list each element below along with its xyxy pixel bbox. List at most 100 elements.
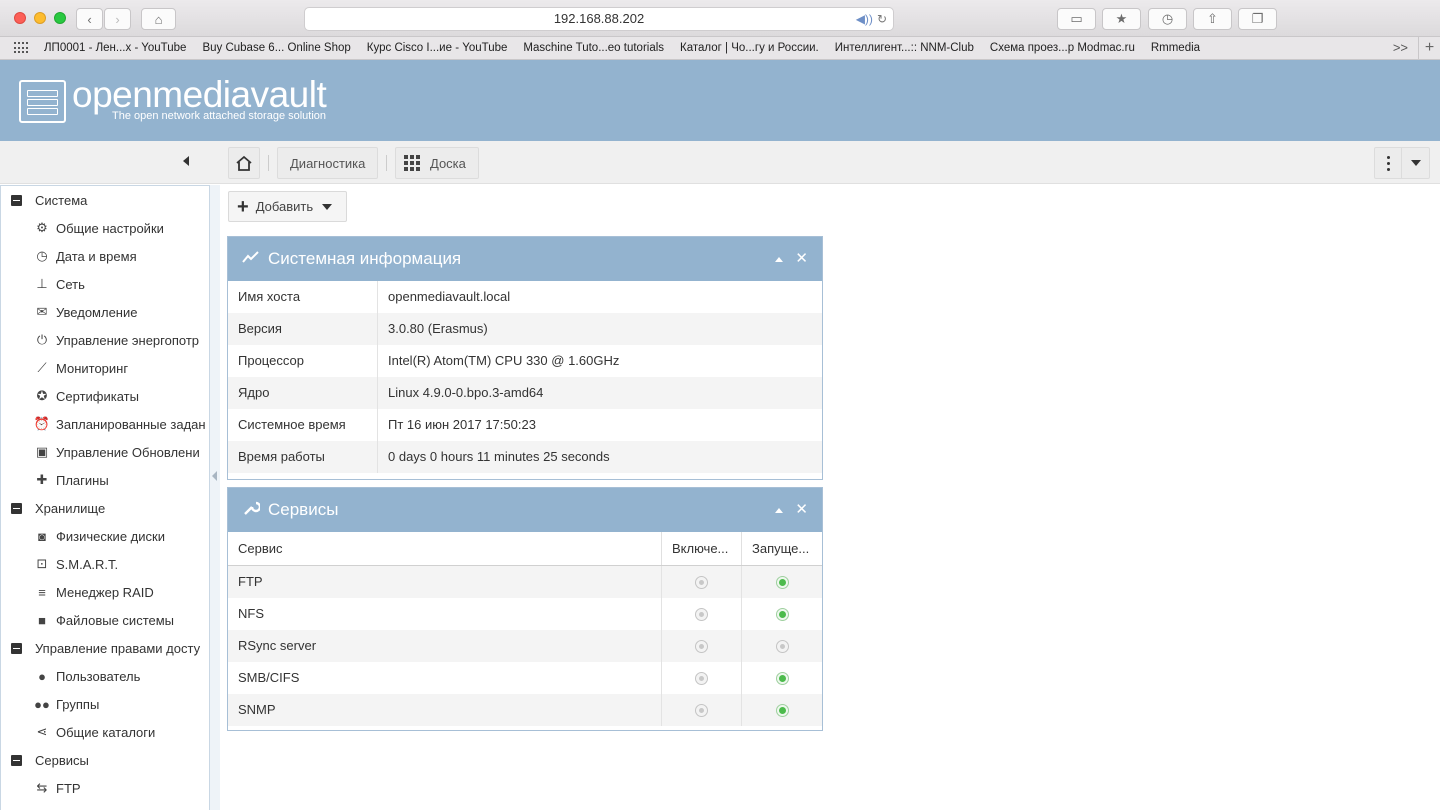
nav-item-notification[interactable]: ✉ Уведомление [1, 298, 209, 326]
sidebar-splitter[interactable] [210, 185, 220, 810]
nav-group-system[interactable]: Система [1, 186, 209, 214]
nav-item-filesystems[interactable]: ■ Файловые системы [1, 606, 209, 634]
back-button[interactable]: ‹ [76, 8, 103, 30]
nav-item-plugins[interactable]: ✚ Плагины [1, 466, 209, 494]
running-cell [742, 694, 822, 726]
nav-item-network[interactable]: ⊥ Сеть [1, 270, 209, 298]
table-row: Системное время Пт 16 июн 2017 17:50:23 [228, 409, 822, 441]
package-icon: ▣ [35, 444, 49, 459]
nav-group-access-rights[interactable]: Управление правами досту [1, 634, 209, 662]
power-icon: ⏻ [36, 332, 48, 347]
nav-item-certificates[interactable]: ✪ Сертификаты [1, 382, 209, 410]
nav-item-raid[interactable]: ≡ Менеджер RAID [1, 578, 209, 606]
bookmark-link[interactable]: Интеллигент...:: NNM-Club [835, 42, 974, 54]
nav-item-date-time[interactable]: ◷ Дата и время [1, 242, 209, 270]
breadcrumb-dashboard[interactable]: Доска [395, 147, 479, 179]
collapse-icon[interactable] [11, 642, 22, 654]
close-widget-icon[interactable]: ✕ [795, 251, 808, 266]
table-row: Ядро Linux 4.9.0-0.bpo.3-amd64 [228, 377, 822, 409]
nav-item-general-settings[interactable]: ⚙ Общие настройки [1, 214, 209, 242]
column-header-enabled[interactable]: Включе... [662, 532, 742, 565]
bookmark-link[interactable]: Каталог | Чо...гу и России. [680, 42, 819, 54]
nav-item-groups[interactable]: ●● Группы [1, 690, 209, 718]
add-widget-button[interactable]: + Добавить [228, 191, 347, 222]
breadcrumb-separator [268, 155, 269, 171]
service-name: NFS [228, 598, 662, 630]
running-cell [742, 662, 822, 694]
nav-item-power[interactable]: ⏻ Управление энергопотр [1, 326, 209, 354]
address-bar[interactable]: 192.168.88.202 ◀)) ↻ [304, 7, 894, 31]
nav-item-user[interactable]: ● Пользователь [1, 662, 209, 690]
table-row[interactable]: NFS [228, 598, 822, 630]
more-bookmarks-button[interactable]: >> [1393, 40, 1408, 55]
bookmark-link[interactable]: Maschine Tuto...eo tutorials [523, 42, 664, 54]
nav-item-label: Группы [56, 696, 100, 712]
row-key: Процессор [228, 345, 378, 377]
envelope-icon: ✉ [36, 304, 48, 319]
bookmark-link[interactable]: Rmmedia [1151, 42, 1200, 54]
nav-group-services[interactable]: Сервисы [1, 746, 209, 774]
sidebar-toggle-button[interactable]: ▭ [1057, 8, 1096, 30]
nav-group-label: Управление правами досту [35, 640, 201, 656]
home-icon [236, 155, 252, 171]
nav-item-ftp[interactable]: ⇆ FTP [1, 774, 209, 802]
nav-item-scheduled-jobs[interactable]: ⏰ Запланированные задан [1, 410, 209, 438]
minimize-window-button[interactable] [34, 12, 46, 24]
column-header-service[interactable]: Сервис [228, 532, 662, 565]
reload-icon[interactable]: ↻ [877, 12, 887, 26]
history-button[interactable]: ◷ [1148, 8, 1187, 30]
nav-item-monitoring[interactable]: ⟋ Мониторинг [1, 354, 209, 382]
table-row: Процессор Intel(R) Atom(TM) CPU 330 @ 1.6… [228, 345, 822, 377]
nav-item-label: Управление энергопотр [56, 332, 200, 348]
collapse-icon[interactable] [11, 502, 22, 514]
more-options-button[interactable] [1375, 148, 1403, 178]
home-icon: ⌂ [154, 11, 163, 27]
tabs-button[interactable]: ❐ [1238, 8, 1277, 30]
speaker-icon[interactable]: ◀)) [856, 12, 873, 26]
row-key: Системное время [228, 409, 378, 441]
table-row[interactable]: RSync server [228, 630, 822, 662]
table-row: Имя хоста openmediavault.local [228, 281, 822, 313]
table-row[interactable]: SMB/CIFS [228, 662, 822, 694]
breadcrumb-home[interactable] [228, 147, 260, 179]
bookmark-link[interactable]: Курс Cisco I...ие - YouTube [367, 42, 508, 54]
bookmark-link[interactable]: ЛП0001 - Лен...x - YouTube [44, 42, 186, 54]
collapse-widget-icon[interactable] [775, 507, 784, 513]
nav-item-label: Общие настройки [56, 220, 164, 236]
collapse-left-icon[interactable] [212, 471, 217, 481]
table-row[interactable]: FTP [228, 566, 822, 598]
column-header-running[interactable]: Запуще... [742, 532, 822, 565]
breadcrumb-diagnostics[interactable]: Диагностика [277, 147, 379, 179]
top-sites-icon[interactable] [14, 42, 30, 54]
zoom-window-button[interactable] [54, 12, 66, 24]
share-button[interactable]: ⇧ [1193, 8, 1232, 30]
nav-item-physical-disks[interactable]: ◙ Физические диски [1, 522, 209, 550]
forward-button[interactable]: › [104, 8, 131, 30]
nav-item-label: Мониторинг [56, 360, 129, 376]
nav-item-shared-folders[interactable]: ⋖ Общие каталоги [1, 718, 209, 746]
collapse-icon[interactable] [11, 754, 22, 766]
bookmark-link[interactable]: Схема проез...р Modmac.ru [990, 42, 1135, 54]
collapse-widget-icon[interactable] [775, 256, 784, 262]
collapse-navigation-icon[interactable] [183, 156, 189, 166]
close-widget-icon[interactable]: ✕ [795, 502, 808, 517]
new-tab-button[interactable]: + [1418, 37, 1440, 60]
close-window-button[interactable] [14, 12, 26, 24]
row-key: Ядро [228, 377, 378, 409]
bookmarks-button[interactable]: ★ [1102, 8, 1141, 30]
collapse-icon[interactable] [11, 194, 22, 206]
home-button[interactable]: ⌂ [141, 8, 176, 30]
dropdown-button[interactable] [1402, 148, 1429, 178]
nav-group-storage[interactable]: Хранилище [1, 494, 209, 522]
nav-item-label: Менеджер RAID [56, 584, 154, 600]
grid-icon [404, 155, 420, 171]
nav-item-smart[interactable]: ⊡ S.M.A.R.T. [1, 550, 209, 578]
smart-icon: ⊡ [36, 556, 48, 571]
row-value: 0 days 0 hours 11 minutes 25 seconds [388, 449, 610, 464]
status-on-icon [775, 575, 789, 589]
status-off-icon [695, 671, 708, 685]
bookmark-link[interactable]: Buy Cubase 6... Online Shop [202, 42, 350, 54]
nav-item-update-management[interactable]: ▣ Управление Обновлени [1, 438, 209, 466]
service-name: SNMP [228, 694, 662, 726]
table-row[interactable]: SNMP [228, 694, 822, 726]
